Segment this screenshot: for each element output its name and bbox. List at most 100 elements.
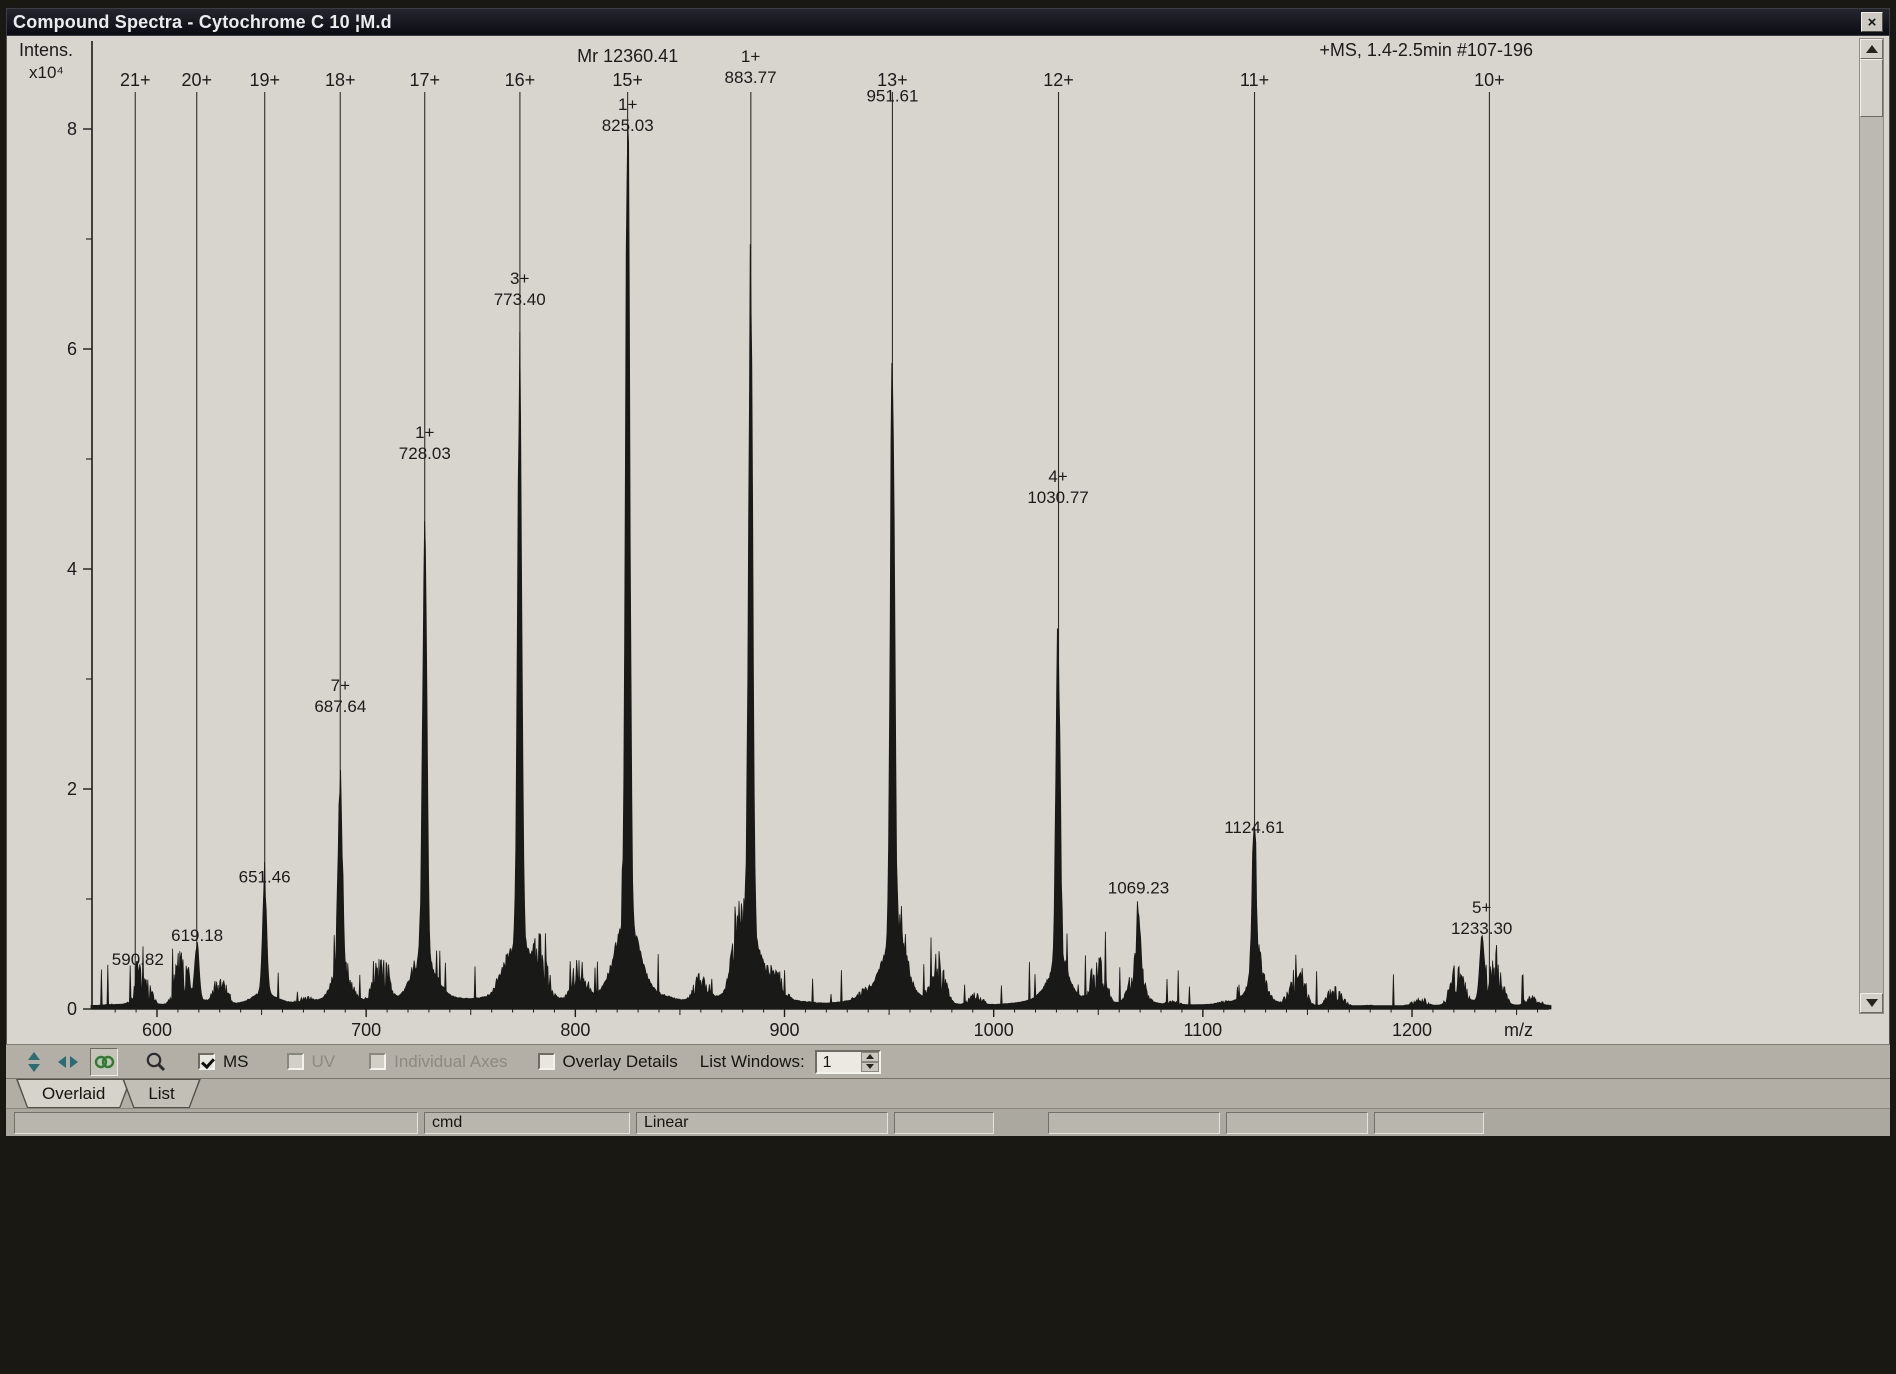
svg-text:883.77: 883.77 bbox=[725, 68, 777, 87]
link-spectra-button[interactable] bbox=[90, 1048, 118, 1076]
up-arrow-icon bbox=[1866, 45, 1878, 53]
svg-text:687.64: 687.64 bbox=[314, 697, 366, 716]
svg-text:773.40: 773.40 bbox=[494, 290, 546, 309]
tab-list[interactable]: List bbox=[122, 1079, 200, 1108]
svg-text:5+: 5+ bbox=[1472, 898, 1491, 917]
scrollbar-thumb[interactable] bbox=[1860, 59, 1883, 117]
individual-axes-checkbox[interactable]: Individual Axes bbox=[369, 1052, 507, 1072]
y-axis-title: Intens. bbox=[19, 40, 73, 61]
ms-checkbox-label: MS bbox=[223, 1052, 249, 1072]
overlay-details-checkbox[interactable]: Overlay Details bbox=[538, 1052, 678, 1072]
svg-text:19+: 19+ bbox=[249, 70, 280, 90]
tile-vertical-button[interactable] bbox=[20, 1048, 48, 1076]
svg-text:900: 900 bbox=[769, 1020, 799, 1040]
link-icon bbox=[92, 1050, 116, 1074]
toolbar: MS UV Individual Axes Overlay Details Li… bbox=[6, 1044, 1890, 1078]
svg-text:619.18: 619.18 bbox=[171, 926, 223, 945]
svg-text:1200: 1200 bbox=[1392, 1020, 1432, 1040]
svg-text:6: 6 bbox=[67, 339, 77, 359]
svg-text:700: 700 bbox=[351, 1020, 381, 1040]
svg-text:2: 2 bbox=[67, 779, 77, 799]
y-axis-scale-label: x10⁴ bbox=[29, 63, 64, 83]
checkbox-box bbox=[538, 1053, 555, 1070]
app-window: Compound Spectra - Cytochrome C 10 ¦M.d … bbox=[6, 8, 1890, 1136]
mass-spectrum-plot[interactable]: 02468600700800900100011001200m/z21+20+19… bbox=[91, 38, 1551, 1013]
list-windows-spinner[interactable]: 1 bbox=[815, 1050, 881, 1074]
status-cell-mode: Linear bbox=[636, 1112, 888, 1134]
overlay-details-checkbox-label: Overlay Details bbox=[563, 1052, 678, 1072]
vertical-scrollbar[interactable] bbox=[1859, 38, 1884, 1014]
status-cell bbox=[1374, 1112, 1484, 1134]
svg-text:18+: 18+ bbox=[325, 70, 356, 90]
svg-text:1030.77: 1030.77 bbox=[1027, 488, 1088, 507]
tab-overlaid-label: Overlaid bbox=[16, 1079, 131, 1108]
zoom-button[interactable] bbox=[142, 1048, 170, 1076]
zoom-icon bbox=[144, 1050, 168, 1074]
spinner-buttons bbox=[861, 1052, 879, 1072]
close-button[interactable]: × bbox=[1861, 12, 1883, 32]
svg-text:1000: 1000 bbox=[974, 1020, 1014, 1040]
svg-text:0: 0 bbox=[67, 999, 77, 1019]
svg-text:8: 8 bbox=[67, 119, 77, 139]
svg-text:1069.23: 1069.23 bbox=[1108, 879, 1169, 898]
svg-text:20+: 20+ bbox=[181, 70, 212, 90]
tab-strip: Overlaid List bbox=[6, 1078, 1890, 1108]
svg-text:1+: 1+ bbox=[618, 95, 637, 114]
status-cell bbox=[1048, 1112, 1220, 1134]
svg-text:10+: 10+ bbox=[1474, 70, 1505, 90]
list-windows-label: List Windows: bbox=[700, 1052, 805, 1072]
svg-text:1+: 1+ bbox=[741, 47, 760, 66]
spinner-down-button[interactable] bbox=[861, 1062, 879, 1072]
status-cell bbox=[1226, 1112, 1368, 1134]
spectrum-panel: Intens. x10⁴ 0 2 4 6 8 600 700 800 900 1000 1100 12… bbox=[6, 36, 1890, 1044]
svg-text:728.03: 728.03 bbox=[399, 444, 451, 463]
uv-checkbox-label: UV bbox=[312, 1052, 336, 1072]
svg-text:951.61: 951.61 bbox=[866, 87, 918, 106]
spinner-up-button[interactable] bbox=[861, 1052, 879, 1062]
svg-text:590.82: 590.82 bbox=[112, 950, 164, 969]
svg-text:21+: 21+ bbox=[120, 70, 151, 90]
svg-text:4: 4 bbox=[67, 559, 77, 579]
status-cell bbox=[894, 1112, 994, 1134]
status-cell bbox=[14, 1112, 418, 1134]
down-arrow-icon bbox=[1866, 999, 1878, 1007]
svg-text:12+: 12+ bbox=[1043, 70, 1074, 90]
spinner-up-icon bbox=[866, 1054, 874, 1059]
svg-text:1100: 1100 bbox=[1183, 1020, 1222, 1040]
svg-text:1233.30: 1233.30 bbox=[1451, 919, 1512, 938]
svg-text:800: 800 bbox=[560, 1020, 590, 1040]
title-bar[interactable]: Compound Spectra - Cytochrome C 10 ¦M.d … bbox=[6, 8, 1890, 36]
svg-text:+MS, 1.4-2.5min #107-196: +MS, 1.4-2.5min #107-196 bbox=[1319, 40, 1533, 60]
window-title: Compound Spectra - Cytochrome C 10 ¦M.d bbox=[13, 12, 392, 33]
svg-text:Mr 12360.41: Mr 12360.41 bbox=[577, 46, 678, 66]
svg-text:1124.61: 1124.61 bbox=[1224, 818, 1284, 837]
svg-text:11+: 11+ bbox=[1240, 70, 1269, 90]
ms-checkbox[interactable]: MS bbox=[198, 1052, 249, 1072]
status-cell-cmd: cmd bbox=[424, 1112, 630, 1134]
scroll-up-button[interactable] bbox=[1860, 39, 1883, 59]
svg-text:1+: 1+ bbox=[415, 423, 434, 442]
svg-text:825.03: 825.03 bbox=[602, 116, 654, 135]
scroll-down-button[interactable] bbox=[1860, 993, 1883, 1013]
horizontal-arrows-icon bbox=[56, 1052, 80, 1072]
svg-text:16+: 16+ bbox=[505, 70, 536, 90]
close-icon: × bbox=[1868, 14, 1877, 31]
list-windows-value[interactable]: 1 bbox=[817, 1052, 861, 1072]
svg-text:17+: 17+ bbox=[409, 70, 440, 90]
svg-text:m/z: m/z bbox=[1504, 1020, 1533, 1040]
checkbox-box bbox=[369, 1053, 386, 1070]
svg-text:600: 600 bbox=[142, 1020, 172, 1040]
checkbox-box bbox=[198, 1053, 215, 1070]
svg-text:7+: 7+ bbox=[331, 676, 350, 695]
uv-checkbox[interactable]: UV bbox=[287, 1052, 336, 1072]
status-bar: cmd Linear bbox=[6, 1108, 1890, 1136]
spinner-down-icon bbox=[866, 1064, 874, 1069]
checkbox-box bbox=[287, 1053, 304, 1070]
screen-photo: Compound Spectra - Cytochrome C 10 ¦M.d … bbox=[0, 0, 1896, 1374]
svg-text:15+: 15+ bbox=[612, 70, 643, 90]
tile-horizontal-button[interactable] bbox=[54, 1048, 82, 1076]
tab-list-label: List bbox=[122, 1079, 200, 1108]
vertical-arrows-icon bbox=[23, 1050, 45, 1074]
svg-text:651.46: 651.46 bbox=[239, 868, 291, 887]
tab-overlaid[interactable]: Overlaid bbox=[16, 1079, 131, 1108]
